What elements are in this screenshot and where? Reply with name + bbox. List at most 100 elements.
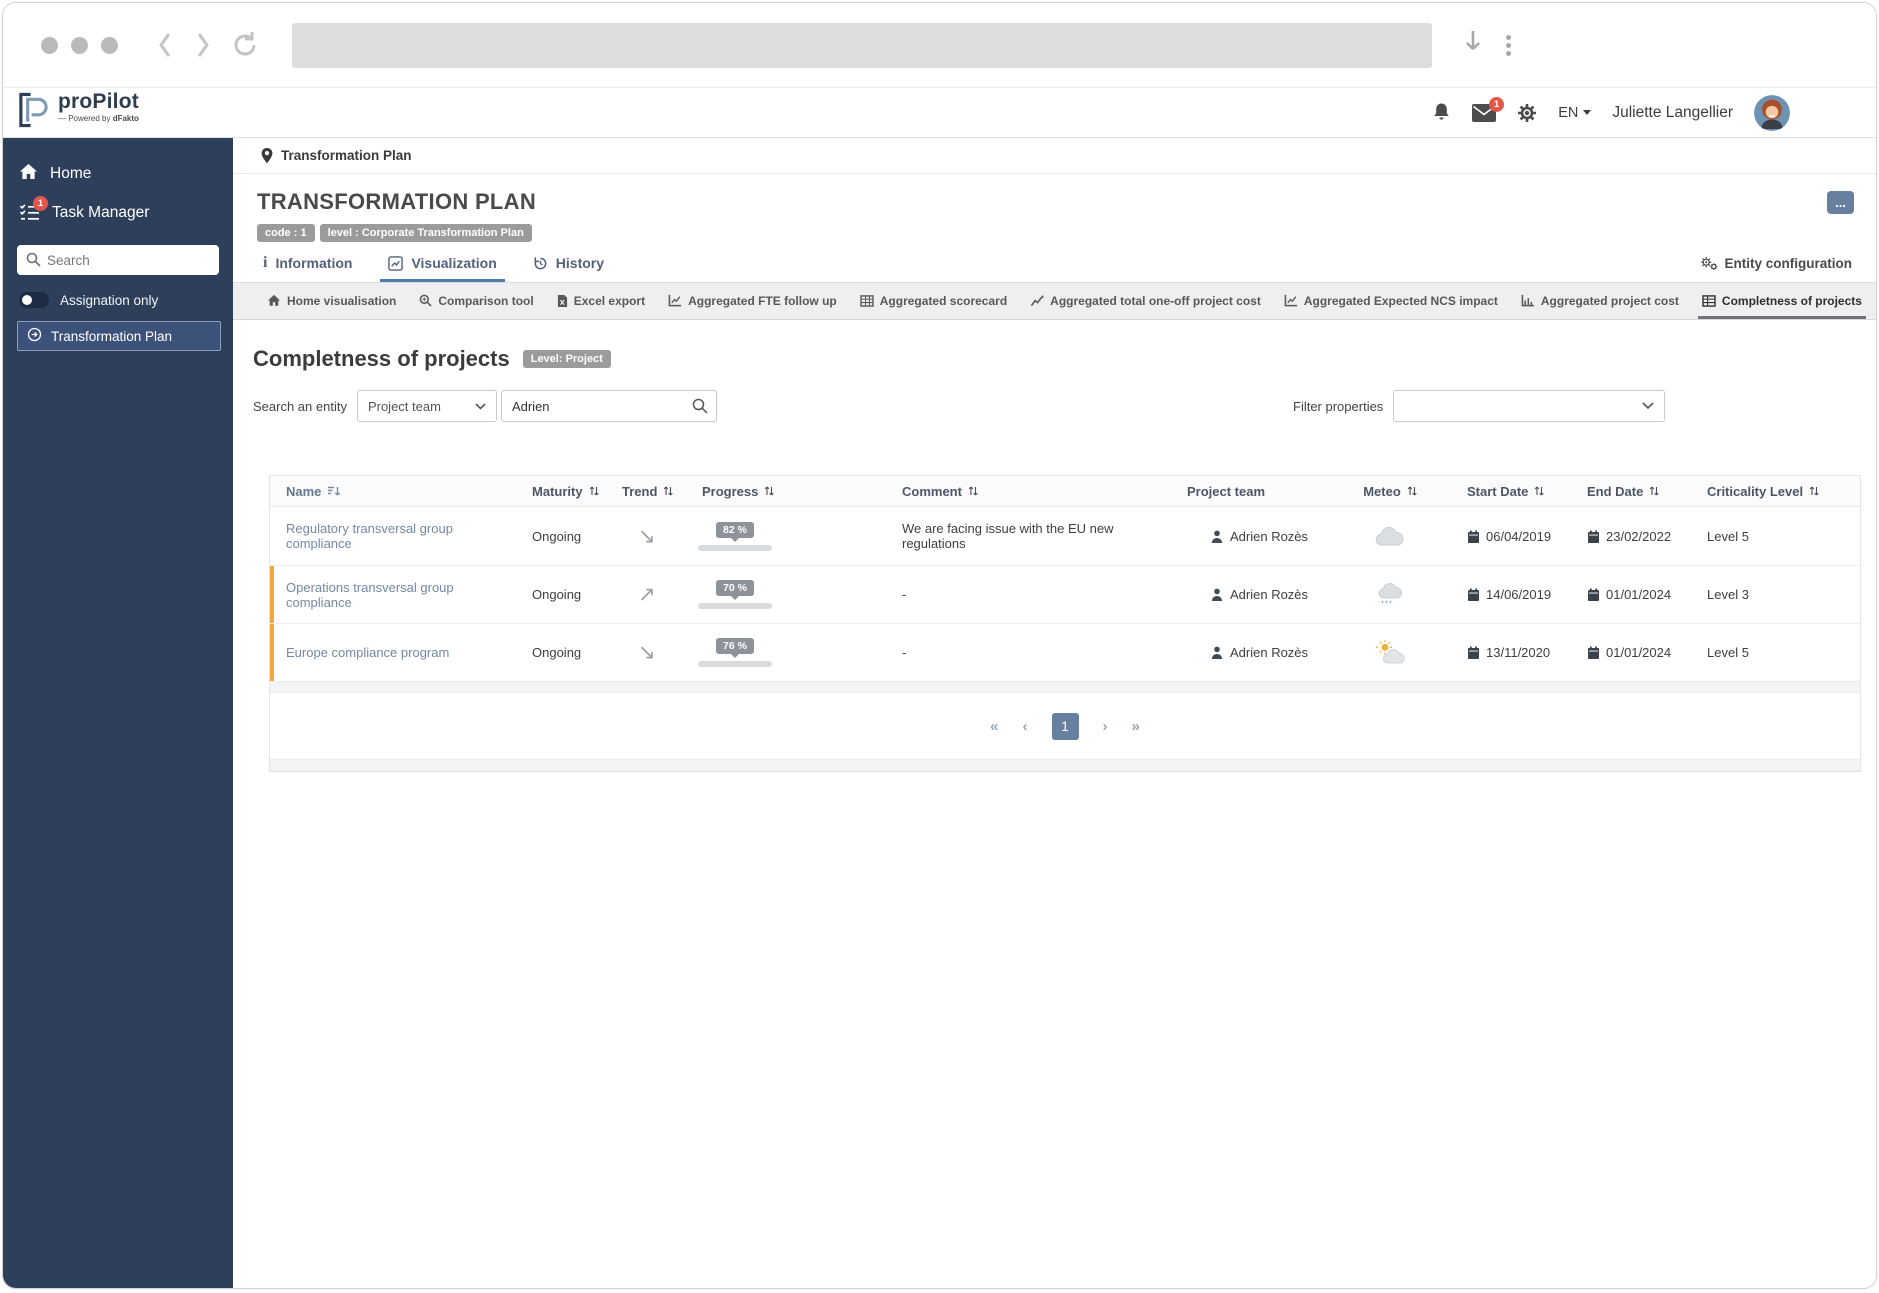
propilot-logo[interactable]: proPilot — Powered by dFakto — [17, 91, 139, 134]
tab-history[interactable]: History — [533, 255, 604, 282]
minimize-window-icon[interactable] — [71, 37, 88, 54]
entity-configuration-button[interactable]: Entity configuration — [1700, 256, 1853, 282]
messages-count-badge: 1 — [1489, 97, 1504, 112]
user-name: Juliette Langellier — [1612, 104, 1733, 122]
chevron-down-icon — [475, 403, 486, 410]
sidebar-item-task-manager[interactable]: 1 Task Manager — [3, 194, 233, 231]
column-header-trend[interactable]: Trend — [610, 484, 690, 499]
calendar-icon — [1587, 530, 1600, 543]
subtab-aggregated-expected-ncs-impact[interactable]: Aggregated Expected NCS impact — [1280, 283, 1502, 319]
download-icon[interactable] — [1462, 29, 1484, 62]
messages-envelope-icon[interactable]: 1 — [1472, 104, 1496, 122]
logo-name: proPilot — [58, 91, 139, 112]
map-pin-icon — [261, 148, 273, 164]
table-bottom-strip — [270, 759, 1860, 771]
subtab-aggregated-total-one-off-project-cost[interactable]: Aggregated total one-off project cost — [1026, 283, 1265, 319]
column-header-maturity[interactable]: Maturity — [520, 484, 610, 499]
table-icon — [1702, 295, 1716, 307]
pagination-first-button[interactable]: « — [990, 718, 998, 735]
refresh-button[interactable] — [231, 30, 259, 60]
maturity-value: Ongoing — [520, 529, 610, 544]
subtab-completness-of-projects[interactable]: Completness of projects — [1698, 283, 1866, 319]
line-chart-icon — [1030, 295, 1044, 307]
subtab-home-visualisation[interactable]: Home visualisation — [263, 283, 400, 319]
tab-visualization[interactable]: Visualization — [388, 255, 496, 282]
calendar-icon — [1587, 646, 1600, 659]
back-button[interactable] — [155, 30, 175, 60]
sidebar-search-input[interactable] — [17, 245, 219, 275]
tree-item-label: Transformation Plan — [51, 329, 172, 344]
tab-information[interactable]: i Information — [263, 255, 352, 282]
progress-badge: 76 % — [716, 638, 754, 654]
sort-icon — [764, 485, 774, 497]
subtab-excel-export[interactable]: Excel export — [553, 283, 649, 319]
column-header-project-team[interactable]: Project team — [1175, 484, 1325, 499]
section-title: Completness of projects — [253, 346, 510, 372]
close-window-icon[interactable] — [41, 37, 58, 54]
subtab-aggregated-project-cost[interactable]: Aggregated project cost — [1517, 283, 1683, 319]
browser-menu-icon[interactable] — [1506, 32, 1511, 59]
meteo-rain-icon — [1325, 582, 1455, 608]
more-actions-button[interactable]: ... — [1827, 191, 1854, 214]
sidebar-item-label: Home — [50, 165, 91, 183]
chart-axis-icon — [1284, 294, 1298, 307]
project-name-link[interactable]: Europe compliance program — [270, 645, 520, 660]
trend-down-icon: ↘ — [610, 640, 690, 665]
projects-table: Name Maturity Trend Progress — [269, 475, 1861, 772]
gears-icon — [1700, 256, 1718, 271]
pagination-prev-button[interactable]: ‹ — [1023, 718, 1028, 735]
sort-icon — [1534, 485, 1544, 497]
meteo-partly-sunny-icon — [1325, 640, 1455, 665]
sort-icon — [589, 485, 599, 497]
project-name-link[interactable]: Operations transversal group compliance — [270, 580, 520, 610]
pagination-page-1[interactable]: 1 — [1052, 713, 1079, 740]
end-date-value: 01/01/2024 — [1606, 587, 1671, 602]
app-header: proPilot — Powered by dFakto 1 — [3, 87, 1876, 138]
column-header-criticality-level[interactable]: Criticality Level — [1695, 484, 1860, 499]
sidebar-tree-item-transformation-plan[interactable]: Transformation Plan — [17, 321, 221, 351]
language-selector[interactable]: EN — [1558, 105, 1591, 121]
subtab-aggregated-fte-follow-up[interactable]: Aggregated FTE follow up — [664, 283, 841, 319]
pagination-last-button[interactable]: » — [1132, 718, 1140, 735]
maximize-window-icon[interactable] — [101, 37, 118, 54]
column-header-meteo[interactable]: Meteo — [1325, 484, 1455, 499]
sidebar-item-home[interactable]: Home — [3, 154, 233, 194]
calendar-icon — [1587, 588, 1600, 601]
assignation-only-toggle[interactable] — [19, 292, 49, 308]
entity-type-select[interactable]: Project team — [357, 390, 497, 422]
progress-indicator: 70 % — [694, 580, 776, 609]
project-name-link[interactable]: Regulatory transversal group compliance — [270, 521, 520, 551]
home-icon — [267, 294, 281, 307]
column-header-name[interactable]: Name — [270, 484, 520, 499]
window-controls — [41, 37, 118, 54]
filter-properties-select[interactable] — [1393, 390, 1665, 422]
column-header-comment[interactable]: Comment — [890, 484, 1175, 499]
column-header-start-date[interactable]: Start Date — [1455, 484, 1575, 499]
sort-icon — [1649, 485, 1659, 497]
entity-search-input[interactable] — [501, 390, 717, 422]
subtab-aggregated-scorecard[interactable]: Aggregated scorecard — [856, 283, 1011, 319]
notifications-bell-icon[interactable] — [1432, 102, 1451, 123]
calendar-icon — [1467, 646, 1480, 659]
team-member-name: Adrien Rozès — [1230, 529, 1308, 544]
user-avatar[interactable] — [1754, 95, 1790, 131]
comment-value: We are facing issue with the EU new regu… — [890, 521, 1175, 551]
sort-down-icon — [327, 485, 340, 497]
forward-button[interactable] — [193, 30, 213, 60]
pagination-next-button[interactable]: › — [1103, 718, 1108, 735]
team-member-name: Adrien Rozès — [1230, 645, 1308, 660]
url-bar[interactable] — [292, 23, 1432, 68]
browser-chrome — [3, 3, 1876, 87]
column-header-end-date[interactable]: End Date — [1575, 484, 1695, 499]
breadcrumb[interactable]: Transformation Plan — [233, 138, 1876, 174]
subtab-comparison-tool[interactable]: Comparison tool — [415, 283, 537, 319]
search-icon[interactable] — [692, 398, 708, 419]
start-date-value: 14/06/2019 — [1486, 587, 1551, 602]
table-footer-strip — [270, 681, 1860, 693]
task-list-icon: 1 — [19, 203, 40, 222]
visualization-subtabs: Home visualisation Comparison tool Excel… — [233, 282, 1876, 320]
settings-gear-icon[interactable] — [1517, 103, 1537, 123]
column-header-progress[interactable]: Progress — [690, 484, 890, 499]
language-label: EN — [1558, 105, 1578, 121]
tabs-row: i Information Visualization History — [233, 242, 1876, 282]
